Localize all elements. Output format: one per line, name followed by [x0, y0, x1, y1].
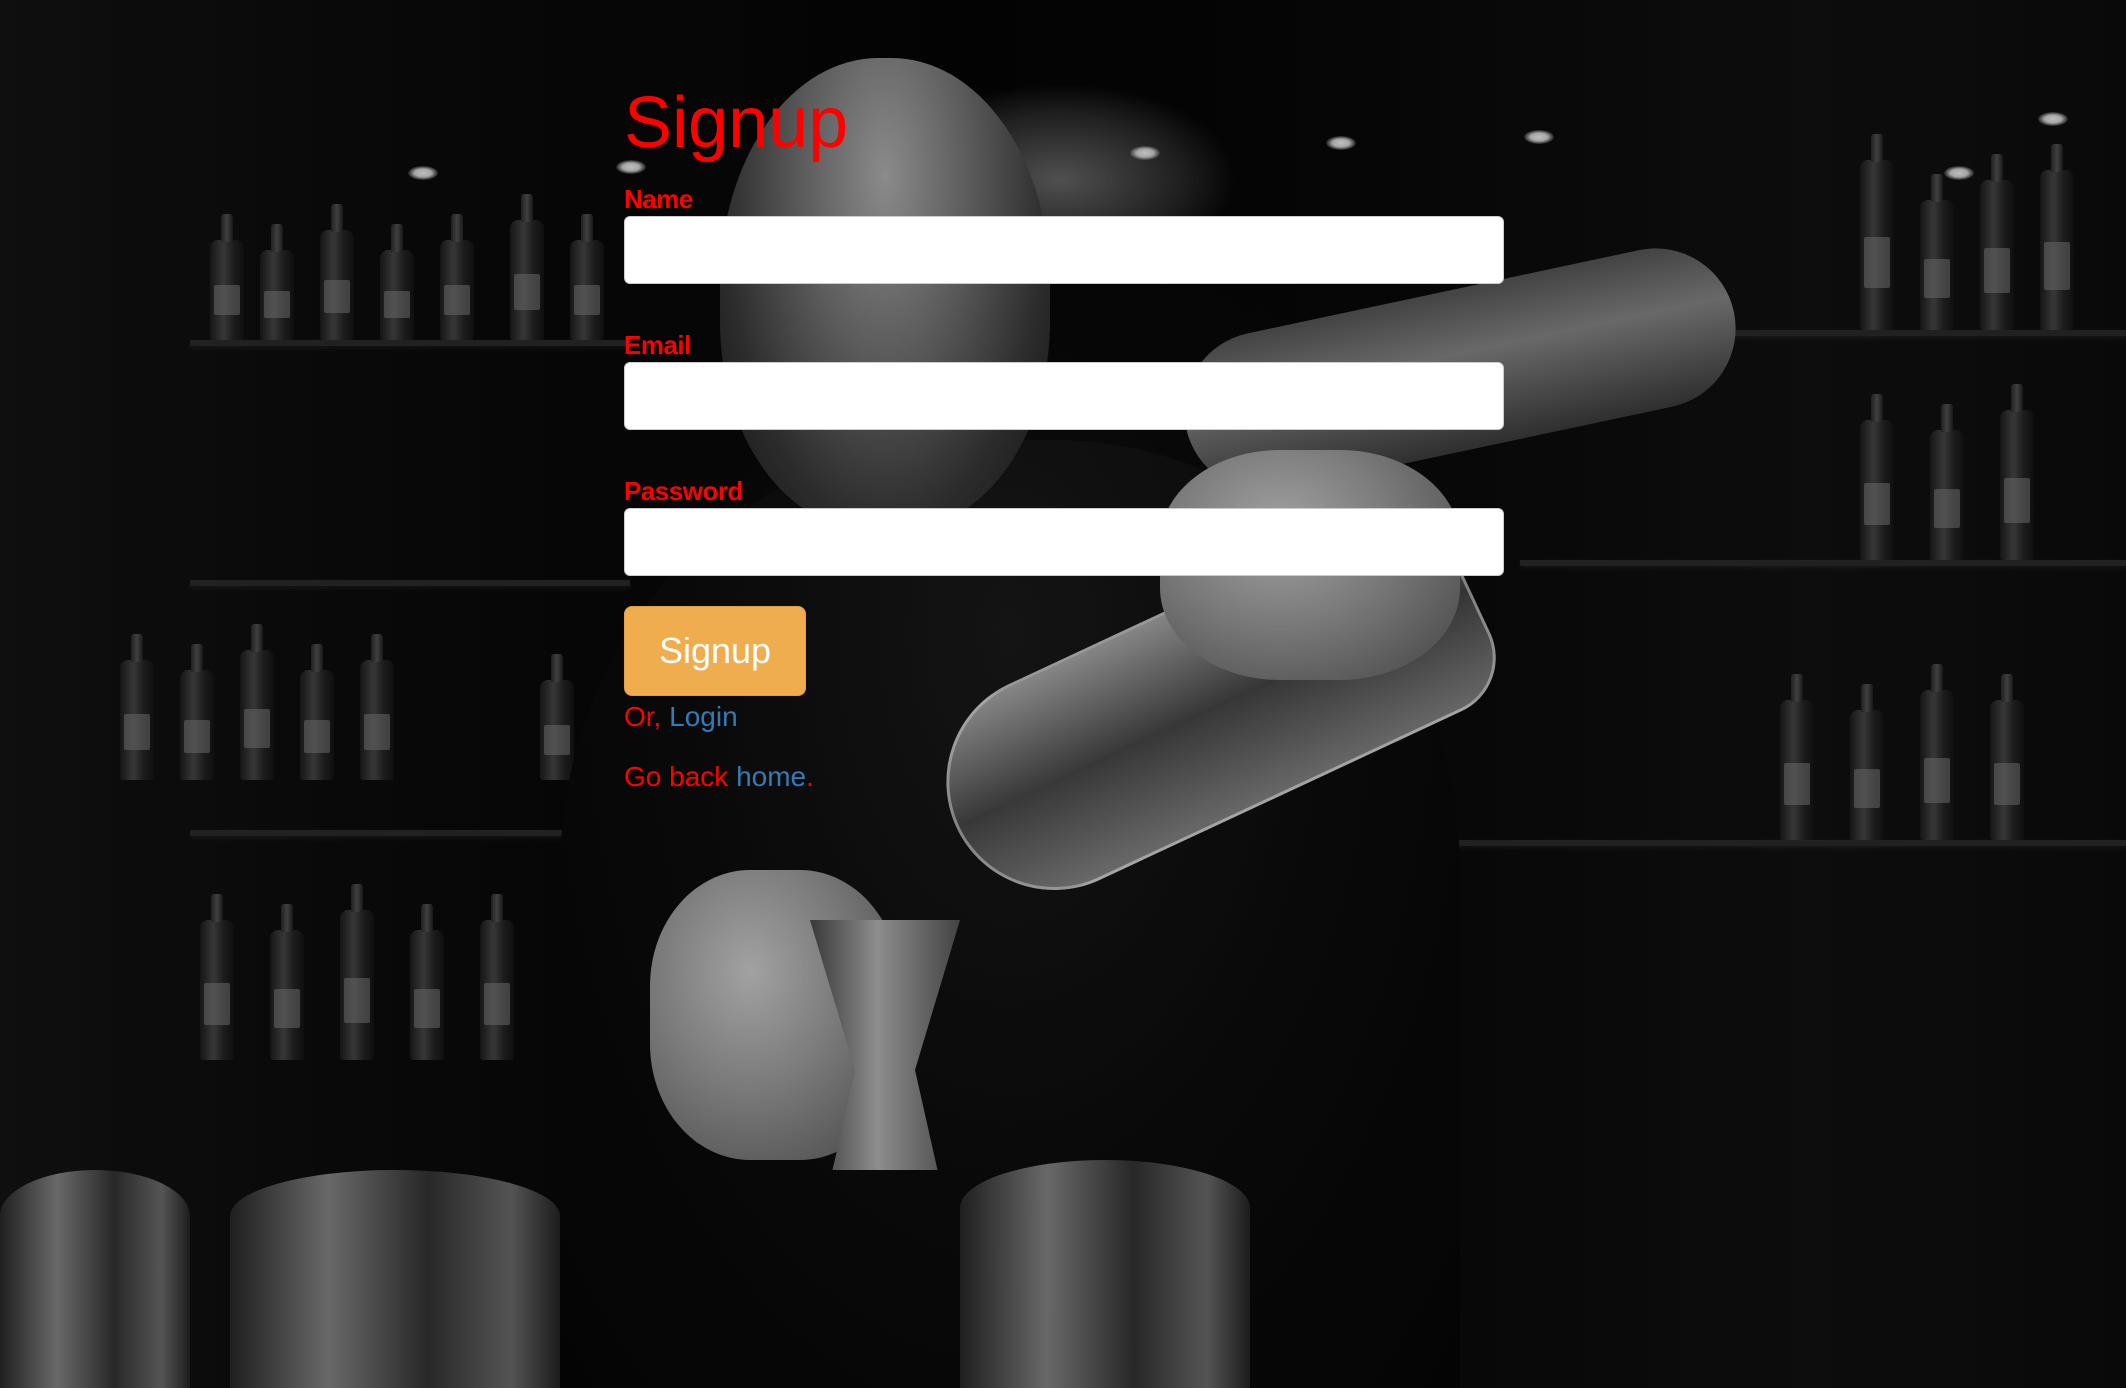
- page-title: Signup: [624, 83, 849, 163]
- home-line: Go back home.: [624, 760, 1504, 794]
- email-field-group: Email: [624, 332, 1504, 430]
- home-prefix: Go back: [624, 761, 737, 792]
- login-link[interactable]: Login: [669, 701, 738, 732]
- login-prefix: Or,: [624, 701, 670, 732]
- name-field[interactable]: [624, 216, 1504, 284]
- page: Signup Name Email Password Signup Or, Lo…: [0, 0, 2126, 1388]
- home-suffix: .: [806, 761, 814, 792]
- home-link[interactable]: home: [736, 761, 806, 792]
- login-line: Or, Login: [624, 700, 1504, 734]
- name-field-group: Name: [624, 186, 1504, 284]
- signup-form: Signup Name Email Password Signup Or, Lo…: [624, 78, 1504, 794]
- email-label: Email: [624, 330, 691, 360]
- name-label: Name: [624, 184, 693, 214]
- password-label: Password: [624, 476, 743, 506]
- password-field-group: Password: [624, 478, 1504, 576]
- signup-button[interactable]: Signup: [624, 606, 806, 696]
- password-field[interactable]: [624, 508, 1504, 576]
- email-field[interactable]: [624, 362, 1504, 430]
